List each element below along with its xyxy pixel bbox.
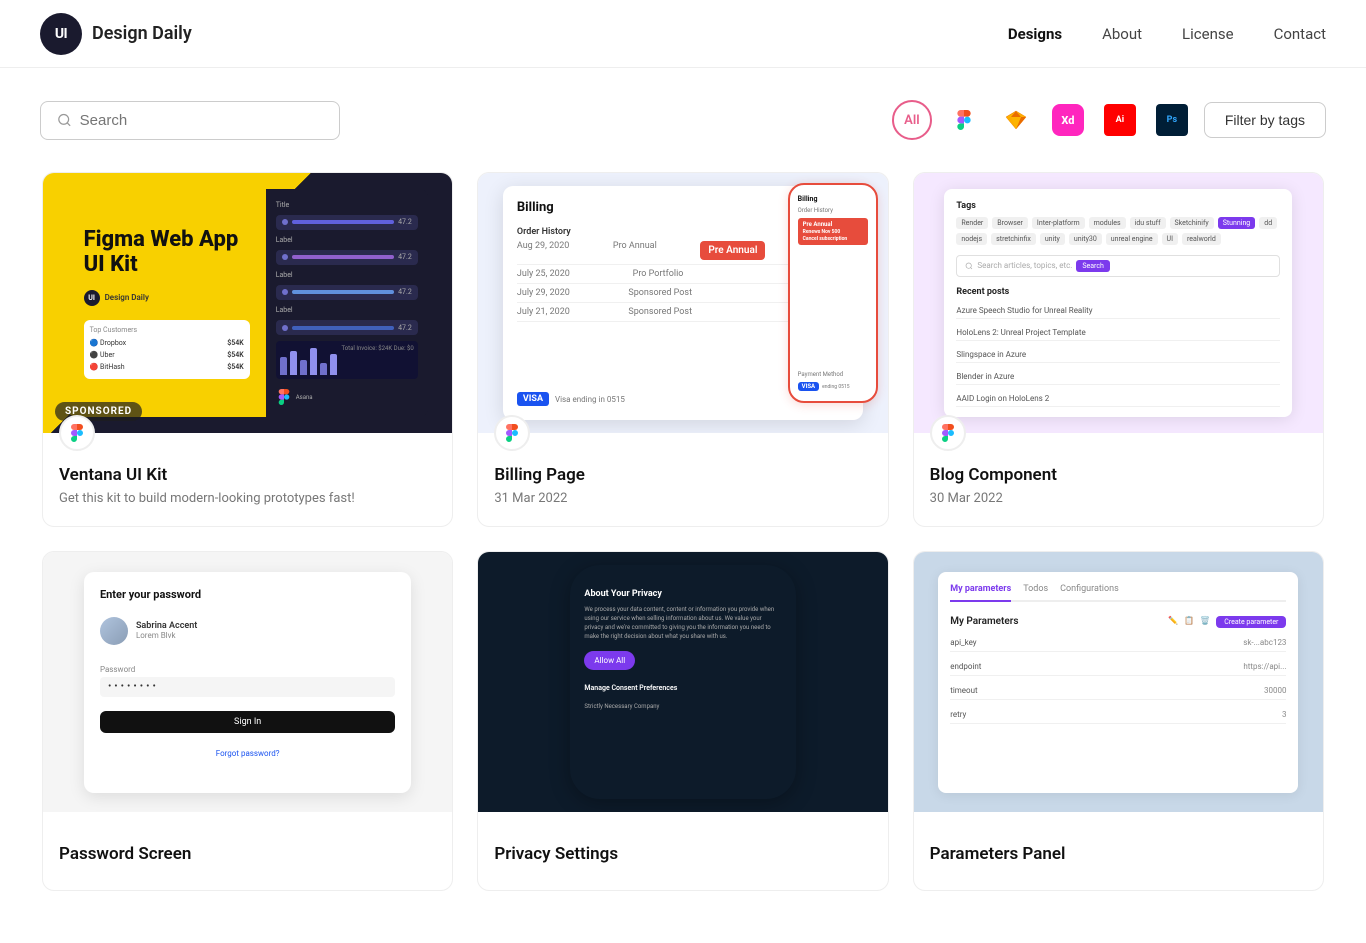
card-thumb-password: Enter your password Sabrina Accent Lorem… — [43, 552, 452, 812]
card-icon-ventana — [59, 415, 95, 451]
card-title-password: Password Screen — [59, 844, 436, 864]
card-sub-ventana: Get this kit to build modern-looking pro… — [59, 491, 436, 506]
card-ventana[interactable]: Figma Web App UI Kit UI Design Daily Top… — [42, 172, 453, 527]
search-wrap[interactable] — [40, 101, 340, 140]
filter-tags-button[interactable]: Filter by tags — [1204, 102, 1326, 138]
ai-icon: Ai — [1104, 104, 1136, 136]
card-body-privacy: Privacy Settings — [478, 812, 887, 890]
ventana-right: Title 47.2 Label 47.2 Label 47.2 Label 4… — [266, 189, 428, 418]
card-thumb-privacy: About Your Privacy We process your data … — [478, 552, 887, 812]
params-mock: My parameters Todos Configurations My Pa… — [938, 572, 1298, 793]
figma-icon — [954, 110, 974, 130]
card-title-params: Parameters Panel — [930, 844, 1307, 864]
card-params[interactable]: My parameters Todos Configurations My Pa… — [913, 551, 1324, 891]
card-thumb-blog: Tags Render Browser Inter-platform modul… — [914, 173, 1323, 433]
filter-sketch-btn[interactable] — [996, 100, 1036, 140]
card-title-ventana: Ventana UI Kit — [59, 465, 436, 485]
card-body-password: Password Screen — [43, 812, 452, 890]
card-icon-blog — [930, 415, 966, 451]
card-icon-billing — [494, 415, 530, 451]
filter-bar: All Xd — [0, 68, 1366, 160]
logo-icon: UI — [40, 13, 82, 55]
xd-icon: Xd — [1052, 104, 1084, 136]
filter-ps-btn[interactable]: Ps — [1152, 100, 1192, 140]
card-title-privacy: Privacy Settings — [494, 844, 871, 864]
card-privacy[interactable]: About Your Privacy We process your data … — [477, 551, 888, 891]
card-body-billing: Billing Page 31 Mar 2022 — [478, 433, 887, 526]
card-title-billing: Billing Page — [494, 465, 871, 485]
card-sub-billing: 31 Mar 2022 — [494, 491, 871, 506]
filter-icons: All Xd — [892, 100, 1326, 140]
logo-text: Design Daily — [92, 23, 192, 44]
nav: Designs About License Contact — [1008, 25, 1326, 43]
filter-figma-btn[interactable] — [944, 100, 984, 140]
card-sub-blog: 30 Mar 2022 — [930, 491, 1307, 506]
nav-designs[interactable]: Designs — [1008, 25, 1062, 43]
ventana-left: Figma Web App UI Kit UI Design Daily Top… — [68, 189, 266, 418]
card-body-params: Parameters Panel — [914, 812, 1323, 890]
filter-xd-btn[interactable]: Xd — [1048, 100, 1088, 140]
search-input[interactable] — [80, 112, 323, 129]
card-grid: Figma Web App UI Kit UI Design Daily Top… — [0, 160, 1366, 943]
card-billing[interactable]: Billing Order History Aug 29, 2020Pro An… — [477, 172, 888, 527]
card-body-blog: Blog Component 30 Mar 2022 — [914, 433, 1323, 526]
search-icon — [57, 112, 72, 128]
card-thumb-billing: Billing Order History Aug 29, 2020Pro An… — [478, 173, 887, 433]
card-body-ventana: Ventana UI Kit Get this kit to build mod… — [43, 433, 452, 526]
card-thumb-params: My parameters Todos Configurations My Pa… — [914, 552, 1323, 812]
header: UI Design Daily Designs About License Co… — [0, 0, 1366, 68]
card-blog[interactable]: Tags Render Browser Inter-platform modul… — [913, 172, 1324, 527]
card-title-blog: Blog Component — [930, 465, 1307, 485]
card-password[interactable]: Enter your password Sabrina Accent Lorem… — [42, 551, 453, 891]
pwd-mock: Enter your password Sabrina Accent Lorem… — [84, 572, 411, 793]
ps-icon: Ps — [1156, 104, 1188, 136]
card-thumb-ventana: Figma Web App UI Kit UI Design Daily Top… — [43, 173, 452, 433]
logo[interactable]: UI Design Daily — [40, 13, 192, 55]
nav-license[interactable]: License — [1182, 25, 1234, 43]
nav-contact[interactable]: Contact — [1274, 25, 1326, 43]
privacy-mock: About Your Privacy We process your data … — [570, 565, 795, 799]
filter-ai-btn[interactable]: Ai — [1100, 100, 1140, 140]
sketch-icon — [1005, 110, 1027, 130]
nav-about[interactable]: About — [1102, 25, 1142, 43]
filter-all-btn[interactable]: All — [892, 100, 932, 140]
blog-mock: Tags Render Browser Inter-platform modul… — [944, 189, 1292, 418]
